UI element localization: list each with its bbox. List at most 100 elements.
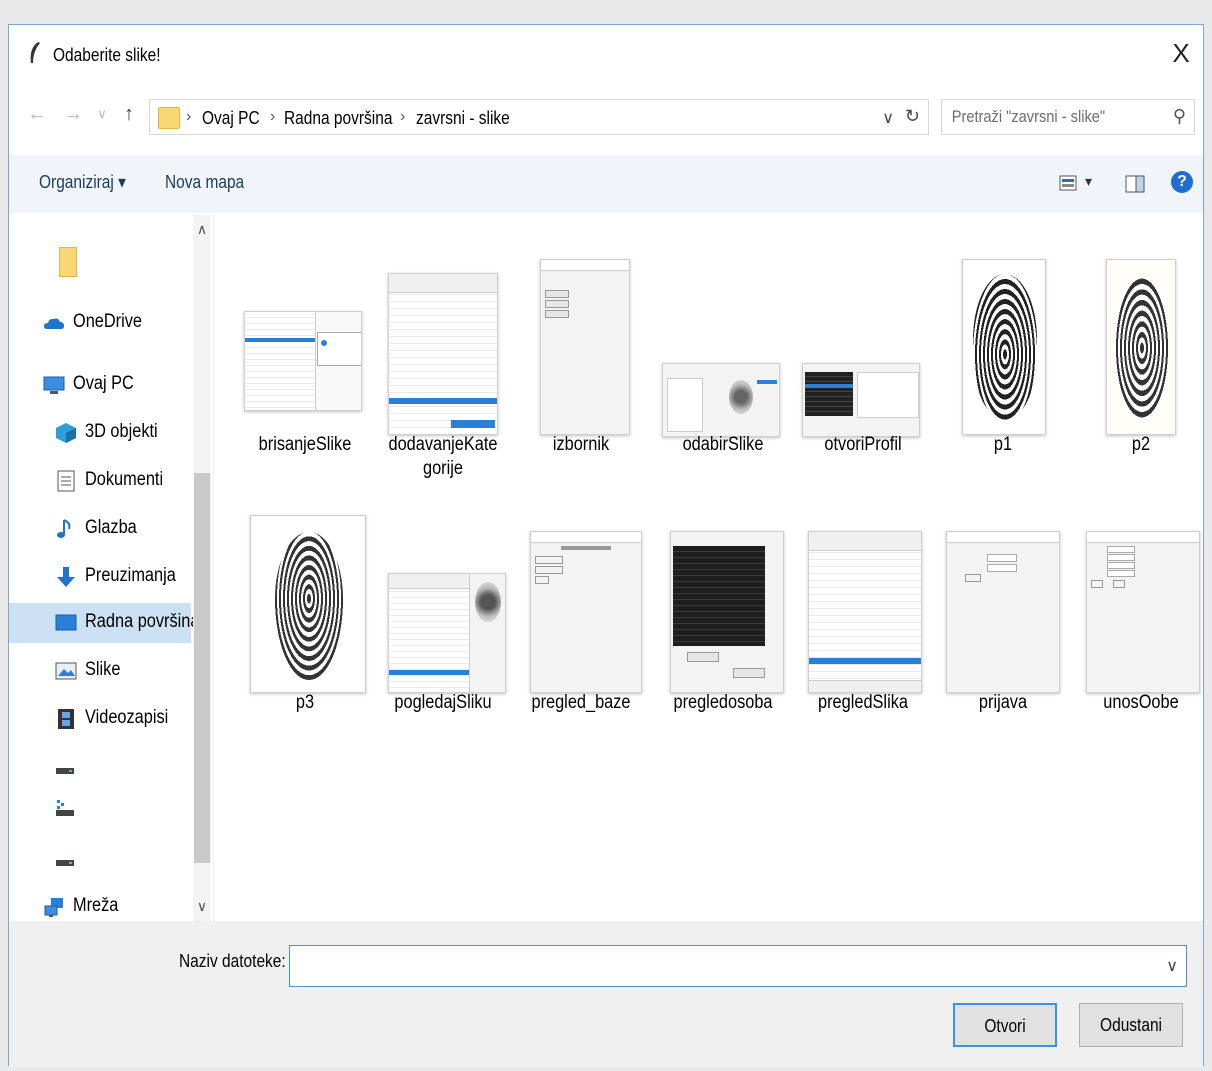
file-item[interactable]: pregledosoba xyxy=(658,497,788,737)
file-item[interactable]: pregledSlika xyxy=(798,497,928,737)
file-thumbnail xyxy=(962,259,1046,435)
filename-input[interactable] xyxy=(296,954,1140,977)
navigation-pane: OneDrive Ovaj PC 3D objekti Dokumenti Gl… xyxy=(9,215,214,921)
view-options-dropdown[interactable]: ▾ xyxy=(1085,173,1092,190)
up-button[interactable]: ↑ xyxy=(117,99,141,129)
sidebar-item-label: Ovaj PC xyxy=(73,373,134,394)
file-name: p2 xyxy=(1131,434,1151,455)
view-options-icon[interactable] xyxy=(1059,175,1077,191)
sidebar-item-radna-povrsina[interactable]: Radna površina xyxy=(9,603,199,643)
bottom-panel: Naziv datoteke: ∨ Otvori Odustani xyxy=(9,921,1203,1067)
file-name: odabirSlike xyxy=(682,434,764,455)
help-icon[interactable]: ? xyxy=(1171,171,1193,193)
search-icon[interactable]: ⚲ xyxy=(1173,106,1186,127)
document-icon xyxy=(57,470,75,492)
close-button[interactable]: X xyxy=(1167,35,1195,71)
address-dropdown-icon[interactable]: ∨ xyxy=(882,108,894,128)
file-list: brisanjeSlike dodavanjeKategorije izborn… xyxy=(214,215,1203,921)
sidebar-item-videozapisi[interactable]: Videozapisi xyxy=(9,699,191,739)
search-input[interactable] xyxy=(950,106,1135,128)
sidebar-item-ovaj-pc[interactable]: Ovaj PC xyxy=(9,365,191,405)
download-icon xyxy=(57,567,75,587)
navigation-bar: ← → ∨ ↑ › Ovaj PC › Radna površina › zav… xyxy=(9,85,1203,145)
filename-label: Naziv datoteke: xyxy=(179,951,286,971)
sidebar-item-slike[interactable]: Slike xyxy=(9,651,191,691)
address-bar[interactable]: › Ovaj PC › Radna površina › zavrsni - s… xyxy=(149,99,929,135)
file-thumbnail xyxy=(540,259,630,435)
breadcrumb-zavrsni-slike[interactable]: zavrsni - slike xyxy=(416,108,510,129)
preview-pane-icon[interactable] xyxy=(1125,175,1145,193)
file-item[interactable]: p1 xyxy=(938,239,1068,479)
drive-icon xyxy=(56,860,74,866)
file-thumbnail xyxy=(244,311,362,411)
file-item[interactable]: odabirSlike xyxy=(658,239,788,479)
file-thumbnail xyxy=(662,363,780,437)
file-item[interactable]: unosOobe xyxy=(1076,497,1206,737)
file-item[interactable]: otvoriProfil xyxy=(798,239,928,479)
cloud-icon xyxy=(44,318,64,329)
cancel-button-label: Odustani xyxy=(1100,1015,1162,1035)
sidebar-scrollbar[interactable]: ∧ ∨ xyxy=(193,215,211,921)
sidebar-item-preuzimanja[interactable]: Preuzimanja xyxy=(9,557,191,597)
file-thumbnail xyxy=(388,273,498,435)
refresh-icon[interactable]: ↻ xyxy=(905,106,920,127)
scroll-down-button[interactable]: ∨ xyxy=(193,898,211,915)
drive-icon xyxy=(56,768,74,774)
sidebar-item-glazba[interactable]: Glazba xyxy=(9,509,191,549)
file-name: pogledajSliku xyxy=(394,692,492,713)
sidebar-item-label: Videozapisi xyxy=(85,707,169,728)
file-name: izbornik xyxy=(552,434,610,455)
forward-button[interactable]: → xyxy=(61,99,85,129)
file-open-dialog: Odaberite slike! X ← → ∨ ↑ › Ovaj PC › R… xyxy=(8,24,1204,1067)
new-folder-button[interactable]: Nova mapa xyxy=(165,172,244,193)
open-button-label: Otvori xyxy=(984,1016,1026,1036)
scrollbar-thumb[interactable] xyxy=(194,473,210,863)
sidebar-item-label: OneDrive xyxy=(73,311,143,332)
file-name: pregledosoba xyxy=(673,692,773,713)
filename-field[interactable]: ∨ xyxy=(289,945,1187,987)
sidebar-item-network-drive[interactable] xyxy=(9,789,191,829)
file-name: prijava xyxy=(978,692,1028,713)
sidebar-item-onedrive[interactable]: OneDrive xyxy=(9,303,191,343)
breadcrumb-radna-povrsina[interactable]: Radna površina xyxy=(284,108,392,129)
window-title: Odaberite slike! xyxy=(53,45,161,65)
scroll-up-button[interactable]: ∧ xyxy=(193,221,211,238)
video-icon xyxy=(58,709,74,729)
file-item[interactable]: prijava xyxy=(938,497,1068,737)
network-icon xyxy=(44,898,63,917)
cancel-button[interactable]: Odustani xyxy=(1079,1003,1183,1047)
file-item[interactable]: brisanjeSlike xyxy=(240,239,370,479)
breadcrumb-separator: › xyxy=(186,108,192,125)
sidebar-item-local-drive[interactable] xyxy=(9,749,191,789)
file-name: otvoriProfil xyxy=(824,434,902,455)
sidebar-item-dokumenti[interactable]: Dokumenti xyxy=(9,461,191,501)
search-box[interactable]: ⚲ xyxy=(941,99,1195,135)
file-item[interactable]: izbornik xyxy=(516,239,646,479)
file-item[interactable]: dodavanjeKategorije xyxy=(378,239,508,479)
pictures-icon xyxy=(55,662,77,680)
breadcrumb-separator: › xyxy=(400,108,406,125)
title-bar: Odaberite slike! X xyxy=(9,25,1203,85)
recent-locations-button[interactable]: ∨ xyxy=(93,99,111,129)
file-item[interactable]: pogledajSliku xyxy=(378,497,508,737)
file-name: p1 xyxy=(993,434,1013,455)
sidebar-item-label: Radna površina xyxy=(85,611,200,632)
open-button[interactable]: Otvori xyxy=(953,1003,1057,1047)
sidebar-item-quick-folder[interactable] xyxy=(9,245,191,285)
file-thumbnail xyxy=(1106,259,1176,435)
file-thumbnail xyxy=(670,531,784,693)
file-item[interactable]: p2 xyxy=(1076,239,1206,479)
command-bar: Organiziraj ▾ Nova mapa ▾ ? xyxy=(9,155,1203,213)
organize-menu[interactable]: Organiziraj ▾ xyxy=(39,172,126,193)
breadcrumb-ovaj-pc[interactable]: Ovaj PC xyxy=(202,108,260,129)
network-drive-icon xyxy=(56,800,74,816)
file-thumbnail xyxy=(388,573,506,693)
file-thumbnail xyxy=(1086,531,1200,693)
back-button[interactable]: ← xyxy=(25,99,49,129)
sidebar-item-local-drive-2[interactable] xyxy=(9,841,191,881)
file-item[interactable]: p3 xyxy=(240,497,370,737)
sidebar-item-3d-objekti[interactable]: 3D objekti xyxy=(9,413,191,453)
file-item[interactable]: pregled_baze xyxy=(516,497,646,737)
chevron-down-icon[interactable]: ∨ xyxy=(1166,956,1178,976)
file-name: unosOobe xyxy=(1103,692,1179,713)
